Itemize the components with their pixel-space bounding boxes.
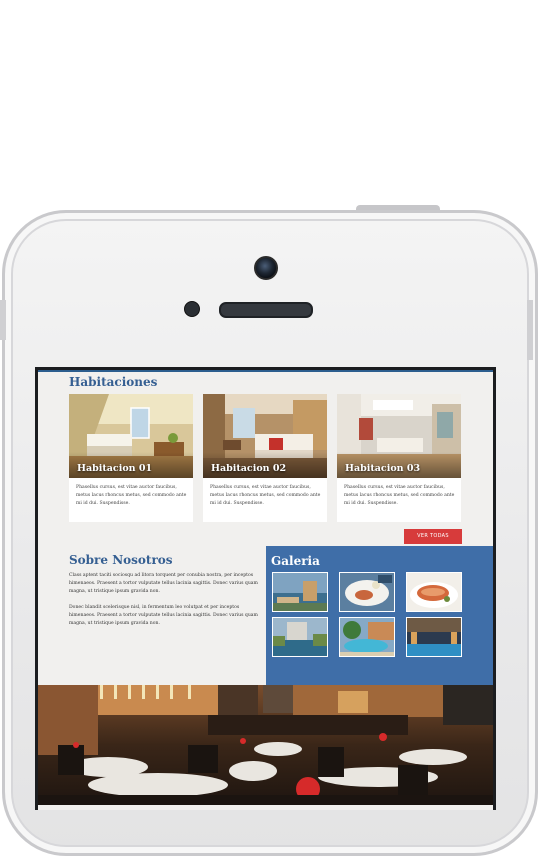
- about-section-title: Sobre Nosotros: [69, 553, 173, 567]
- gallery-thumb-5[interactable]: [339, 617, 395, 657]
- room-card-2-label[interactable]: Habitacion 02: [211, 463, 286, 474]
- gallery-section: Galeria: [266, 546, 493, 688]
- room-photo-2[interactable]: Habitacion 02: [203, 394, 327, 478]
- volume-button: [0, 300, 6, 340]
- gallery-thumb-1[interactable]: [272, 572, 328, 612]
- room-card-3-label[interactable]: Habitacion 03: [345, 463, 420, 474]
- phone-screen: Habitaciones Habitacion 01 Phasellus cur…: [35, 367, 496, 810]
- about-paragraph-1: Class aptent taciti sociosqu ad litora t…: [69, 573, 258, 594]
- header-border: [38, 370, 493, 372]
- restaurant-banner-image: [38, 685, 493, 805]
- earpiece-speaker: [219, 302, 313, 318]
- side-button: [527, 300, 533, 360]
- room-card-1-description: Phasellus cursus, est vitae auctor fauci…: [76, 485, 187, 506]
- gallery-thumb-4[interactable]: [272, 617, 328, 657]
- website-viewport: Habitaciones Habitacion 01 Phasellus cur…: [38, 370, 493, 810]
- rooms-section-title: Habitaciones: [69, 375, 158, 389]
- gallery-thumb-2[interactable]: [339, 572, 395, 612]
- room-card-2[interactable]: Habitacion 02 Phasellus cursus, est vita…: [203, 394, 327, 522]
- gallery-thumb-3[interactable]: [406, 572, 462, 612]
- gallery-title: Galeria: [271, 554, 320, 568]
- room-photo-1[interactable]: Habitacion 01: [69, 394, 193, 478]
- front-camera-icon: [254, 256, 278, 280]
- see-all-rooms-button[interactable]: VER TODAS: [404, 529, 462, 544]
- room-photo-3[interactable]: Habitacion 03: [337, 394, 461, 478]
- room-card-2-description: Phasellus cursus, est vitae auctor fauci…: [210, 485, 321, 506]
- proximity-sensor-icon: [184, 301, 200, 317]
- about-paragraph-2: Donec blandit scelerisque nisl, in ferme…: [69, 605, 258, 626]
- gallery-thumb-6[interactable]: [406, 617, 462, 657]
- room-card-1[interactable]: Habitacion 01 Phasellus cursus, est vita…: [69, 394, 193, 522]
- room-card-3[interactable]: Habitacion 03 Phasellus cursus, est vita…: [337, 394, 461, 522]
- room-card-1-label[interactable]: Habitacion 01: [77, 463, 152, 474]
- room-card-3-description: Phasellus cursus, est vitae auctor fauci…: [344, 485, 455, 506]
